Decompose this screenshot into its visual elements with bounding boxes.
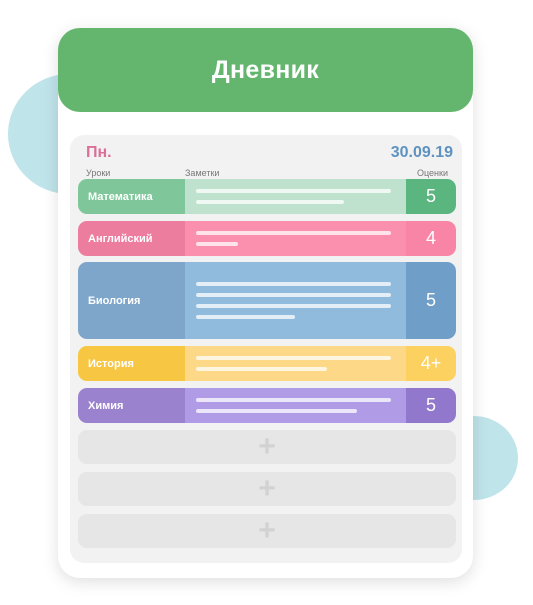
lesson-subject-label: Химия — [88, 399, 124, 412]
lesson-notes[interactable] — [185, 262, 406, 339]
lesson-notes[interactable] — [185, 221, 406, 256]
note-line — [196, 189, 391, 193]
lesson-grade-value: 5 — [425, 186, 436, 206]
date-label: 30.09.19 — [390, 144, 453, 161]
lesson-subject: История — [78, 346, 185, 381]
note-line — [196, 231, 391, 235]
lesson-notes[interactable] — [185, 179, 406, 214]
plus-icon: + — [258, 430, 276, 463]
add-lesson-slot[interactable]: + — [78, 472, 456, 506]
lesson-row-biology[interactable]: Биология 5 — [78, 262, 456, 339]
column-notes-label: Заметки — [185, 168, 220, 178]
lesson-notes[interactable] — [185, 388, 406, 423]
note-line — [196, 315, 295, 319]
lesson-grade-value: 5 — [425, 290, 436, 310]
note-line — [196, 282, 391, 286]
add-lesson-slot[interactable]: + — [78, 514, 456, 548]
lesson-subject: Химия — [78, 388, 185, 423]
plus-icon: + — [258, 472, 276, 505]
lesson-row-chemistry[interactable]: Химия 5 — [78, 388, 456, 423]
lesson-grade: 4 — [406, 221, 456, 256]
note-line — [196, 242, 238, 246]
diary-title: Дневник — [211, 55, 320, 84]
lesson-subject: Биология — [78, 262, 185, 339]
lesson-subject-label: Биология — [88, 294, 141, 307]
lesson-row-english[interactable]: Английский 4 — [78, 221, 456, 256]
note-line — [196, 356, 391, 360]
note-line — [196, 304, 391, 308]
lesson-grade: 5 — [406, 262, 456, 339]
column-lessons-label: Уроки — [86, 168, 111, 178]
lesson-subject-label: Английский — [88, 232, 153, 245]
lesson-subject: Английский — [78, 221, 185, 256]
day-panel: Пн. 30.09.19 Уроки Заметки Оценки Матема… — [70, 135, 462, 563]
lesson-grade-value: 4+ — [420, 353, 442, 373]
note-line — [196, 398, 391, 402]
column-grades-label: Оценки — [417, 168, 448, 178]
lesson-grade: 4+ — [406, 346, 456, 381]
note-line — [196, 200, 344, 204]
note-line — [196, 293, 391, 297]
lesson-row-history[interactable]: История 4+ — [78, 346, 456, 381]
add-lesson-slot[interactable]: + — [78, 430, 456, 464]
note-line — [196, 409, 357, 413]
lesson-subject-label: Математика — [88, 190, 153, 203]
plus-icon: + — [258, 514, 276, 547]
lesson-subject: Математика — [78, 179, 185, 214]
lesson-notes[interactable] — [185, 346, 406, 381]
note-line — [196, 367, 327, 371]
lesson-row-math[interactable]: Математика 5 — [78, 179, 456, 214]
lesson-subject-label: История — [88, 357, 134, 370]
lesson-grade-value: 5 — [425, 395, 436, 415]
diary-header: Дневник — [58, 28, 473, 112]
day-label: Пн. — [86, 144, 112, 161]
diary-card: Дневник Пн. 30.09.19 Уроки Заметки Оценк… — [58, 28, 473, 578]
lesson-grade-value: 4 — [425, 228, 436, 248]
lesson-grade: 5 — [406, 179, 456, 214]
lesson-grade: 5 — [406, 388, 456, 423]
